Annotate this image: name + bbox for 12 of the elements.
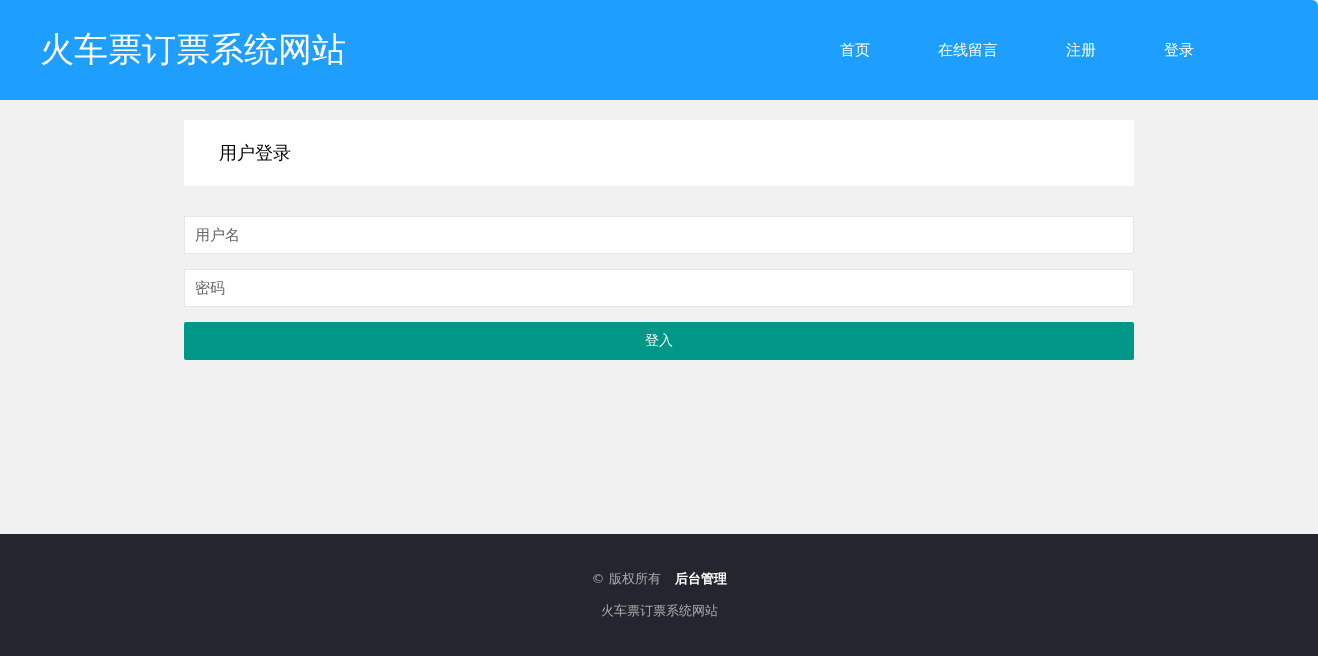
admin-link[interactable]: 后台管理 bbox=[674, 570, 727, 588]
footer-site-name: 火车票订票系统网站 bbox=[600, 602, 718, 620]
site-title: 火车票订票系统网站 bbox=[40, 28, 347, 71]
copyright-text: © 版权所有 bbox=[591, 570, 661, 588]
login-title: 用户登录 bbox=[219, 141, 291, 165]
login-button[interactable]: 登入 bbox=[184, 322, 1134, 360]
nav-link[interactable]: 首页 bbox=[806, 40, 904, 60]
input-field[interactable]: 用户名 bbox=[184, 216, 1134, 254]
input-field[interactable]: 密码 bbox=[184, 269, 1134, 307]
nav-link[interactable]: 登录 bbox=[1130, 40, 1228, 60]
nav-link[interactable]: 注册 bbox=[1032, 40, 1130, 60]
nav-link[interactable]: 在线留言 bbox=[904, 40, 1032, 60]
